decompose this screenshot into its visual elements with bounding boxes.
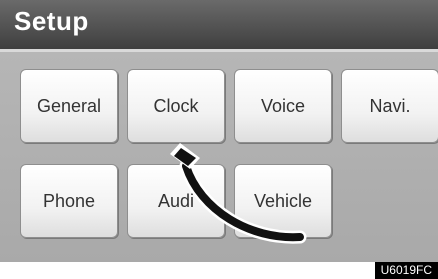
phone-button[interactable]: Phone (20, 164, 118, 238)
figure-code: U6019FC (374, 262, 438, 279)
audio-label: Audi (157, 190, 195, 211)
clock-label: Clock (153, 95, 199, 116)
voice-button[interactable]: Voice (234, 69, 332, 143)
clock-button[interactable]: Clock (127, 69, 225, 143)
navi-label: Navi. (369, 95, 411, 116)
vehicle-label: Vehicle (253, 190, 313, 211)
setup-screen: Setup General Clock Voice Navi. Phone Au… (0, 0, 438, 262)
general-label: General (36, 95, 102, 116)
phone-label: Phone (42, 190, 96, 211)
navi-button[interactable]: Navi. (341, 69, 438, 143)
title-bar: Setup (0, 0, 438, 49)
page-title: Setup (14, 6, 89, 36)
audio-button[interactable]: Audi (127, 164, 225, 238)
general-button[interactable]: General (20, 69, 118, 143)
vehicle-button[interactable]: Vehicle (234, 164, 332, 238)
title-divider (0, 49, 438, 52)
voice-label: Voice (260, 95, 306, 116)
